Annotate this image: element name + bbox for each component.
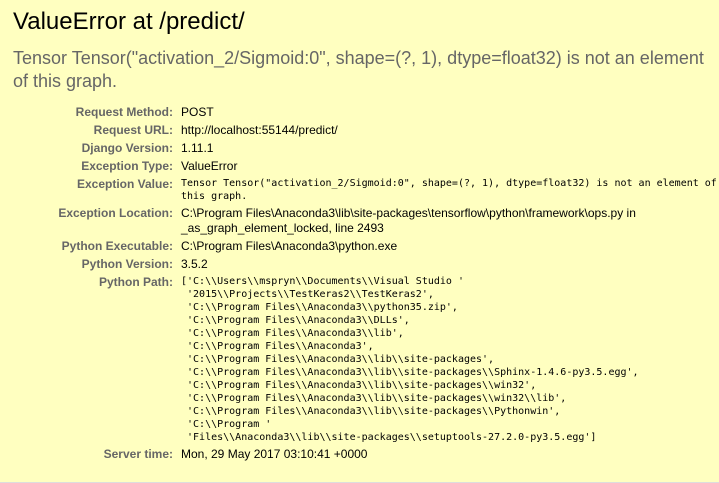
meta-value: ValueError xyxy=(181,159,238,173)
python-path-line: 'C:\\Program Files\\Anaconda3\\lib\\site… xyxy=(181,367,639,378)
meta-row-python-executable: Python Executable: C:\Program Files\Anac… xyxy=(13,238,713,256)
meta-label: Python Path: xyxy=(99,275,173,289)
python-path-line: 'C:\\Program Files\\Anaconda3\\lib\\site… xyxy=(181,354,495,365)
request-meta-table: Request Method: POST Request URL: http:/… xyxy=(13,104,717,464)
meta-label: Python Version: xyxy=(81,257,173,271)
meta-value-exception: Tensor Tensor("activation_2/Sigmoid:0", … xyxy=(181,176,717,205)
meta-label: Request URL: xyxy=(93,123,173,137)
meta-value: http://localhost:55144/predict/ xyxy=(181,123,338,137)
meta-row-request-url: Request URL: http://localhost:55144/pred… xyxy=(13,122,713,140)
meta-value: POST xyxy=(181,105,214,119)
exception-value-line: this graph. xyxy=(181,191,248,202)
python-path-line: 'C:\\Program Files\\Anaconda3\\python35.… xyxy=(181,302,458,313)
meta-label: Request Method: xyxy=(75,105,173,119)
exception-location-value: C:\Program Files\Anaconda3\lib\site-pack… xyxy=(181,206,636,235)
meta-value: Mon, 29 May 2017 03:10:41 +0000 xyxy=(181,447,368,461)
exception-summary: Tensor Tensor("activation_2/Sigmoid:0", … xyxy=(13,48,704,91)
meta-label: Exception Location: xyxy=(58,206,173,220)
python-path-line: 'C:\\Program Files\\Anaconda3\\lib\\site… xyxy=(181,380,537,391)
error-page: ValueError at /predict/ Tensor Tensor("a… xyxy=(0,0,719,483)
meta-label: Python Executable: xyxy=(61,239,173,253)
meta-label: Exception Value: xyxy=(76,177,173,191)
python-path-line: '2015\\Projects\\TestKeras2\\TestKeras2'… xyxy=(181,289,434,300)
python-path-line: 'C:\\Program Files\\Anaconda3', xyxy=(181,341,374,352)
meta-value: C:\Program Files\Anaconda3\python.exe xyxy=(181,239,398,253)
python-path-line: 'C:\\Program Files\\Anaconda3\\lib\\site… xyxy=(181,406,561,417)
meta-value: 1.11.1 xyxy=(181,141,214,155)
meta-row-exception-value: Exception Value: Tensor Tensor("activati… xyxy=(13,176,717,205)
python-path-line: 'Files\\Anaconda3\\lib\\site-packages\\s… xyxy=(181,432,597,443)
meta-row-exception-location: Exception Location: C:\Program Files\Ana… xyxy=(13,205,713,238)
python-path-line: 'C:\\Program ' xyxy=(181,419,272,430)
meta-value: C:\Program Files\Anaconda3\lib\site-pack… xyxy=(181,205,713,238)
meta-label: Exception Type: xyxy=(81,159,173,173)
meta-label: Django Version: xyxy=(81,141,173,155)
python-path-line: 'C:\\Program Files\\Anaconda3\\lib\\site… xyxy=(181,393,567,404)
python-path-line: ['C:\\Users\\mspryn\\Documents\\Visual S… xyxy=(181,276,464,287)
meta-row-request-method: Request Method: POST xyxy=(13,104,713,122)
python-path-line: 'C:\\Program Files\\Anaconda3\\lib', xyxy=(181,328,404,339)
meta-row-python-path: Python Path: ['C:\\Users\\mspryn\\Docume… xyxy=(13,274,713,446)
meta-row-python-version: Python Version: 3.5.2 xyxy=(13,256,713,274)
meta-label: Server time: xyxy=(103,447,173,461)
meta-value-python-path: ['C:\\Users\\mspryn\\Documents\\Visual S… xyxy=(181,274,713,446)
meta-row-server-time: Server time: Mon, 29 May 2017 03:10:41 +… xyxy=(13,446,713,464)
meta-row-django-version: Django Version: 1.11.1 xyxy=(13,140,713,158)
page-title: ValueError at /predict/ xyxy=(13,8,245,35)
meta-value: 3.5.2 xyxy=(181,257,208,271)
meta-row-exception-type: Exception Type: ValueError xyxy=(13,158,713,176)
python-path-line: 'C:\\Program Files\\Anaconda3\\DLLs', xyxy=(181,315,410,326)
exception-value-line: Tensor Tensor("activation_2/Sigmoid:0", … xyxy=(181,178,717,189)
